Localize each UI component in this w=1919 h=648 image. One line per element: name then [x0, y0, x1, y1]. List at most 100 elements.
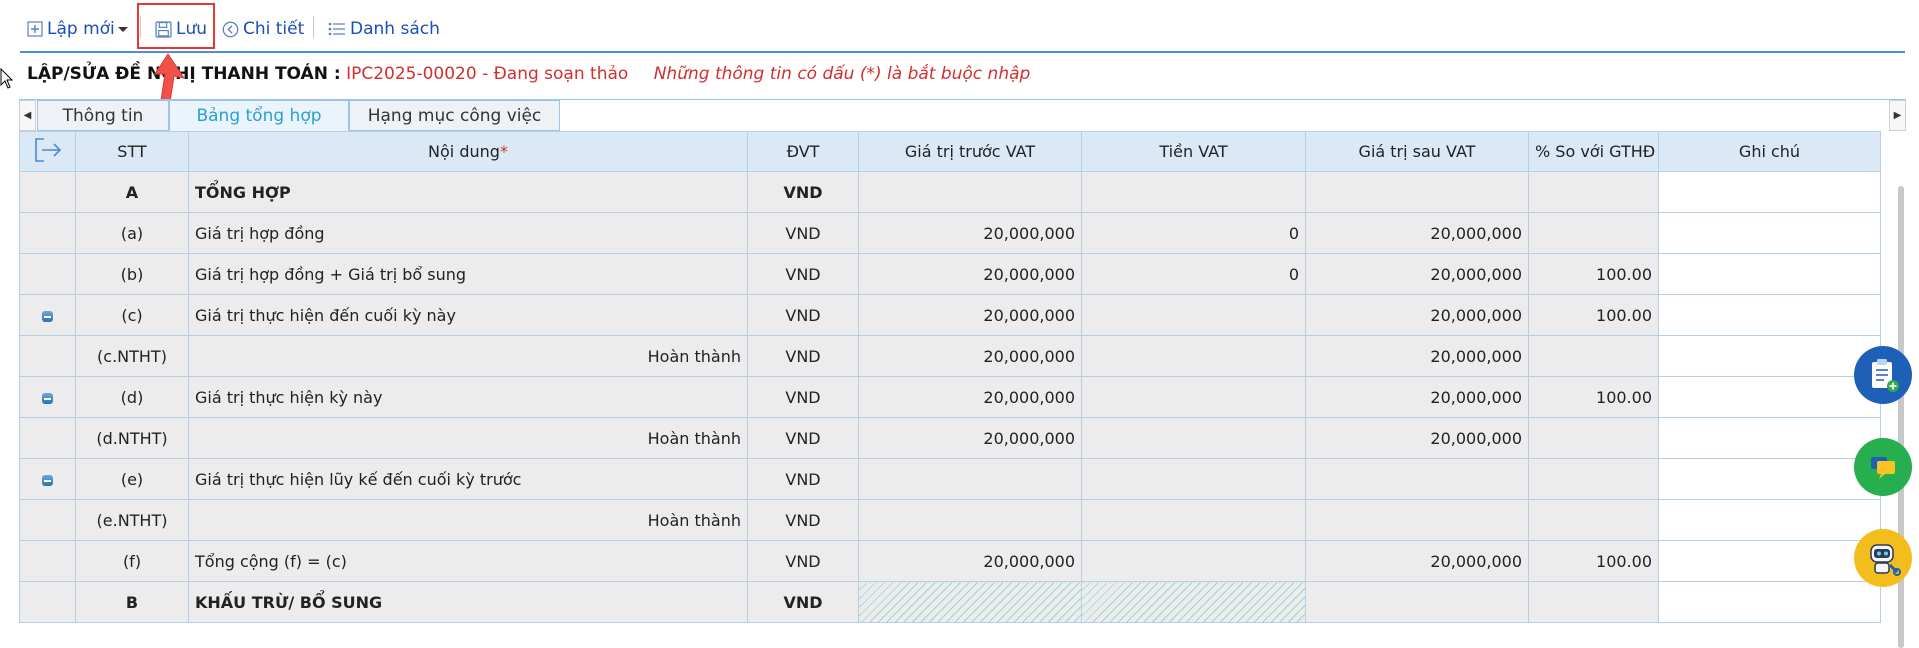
robot-support-icon	[1870, 544, 1901, 576]
cell-note[interactable]	[1658, 458, 1881, 500]
list-button[interactable]: Danh sách	[328, 14, 440, 44]
document-code-status: IPC2025-00020 - Đang soạn thảo	[346, 64, 629, 84]
row-collapse-icon[interactable]	[42, 310, 53, 322]
table-body: A TỔNG HỢP VND (a) Giá trị hợp đồng VND 20,000…	[19, 171, 1881, 623]
cell-stt: (b)	[75, 253, 189, 295]
row-tool-cell	[19, 540, 76, 582]
cell-post-vat	[1305, 499, 1529, 541]
cell-content: Hoàn thành	[188, 335, 748, 377]
table-row[interactable]: B KHẤU TRỪ/ BỔ SUNG VND	[19, 581, 1881, 623]
cell-unit: VND	[747, 540, 859, 582]
cell-content: Tổng cộng (f) = (c)	[188, 540, 748, 582]
cell-unit: VND	[747, 499, 859, 541]
toolbar: Lập mới Lưu Chi tiết Danh sách	[0, 0, 1905, 54]
row-tool-cell	[19, 376, 76, 418]
new-button-label: Lập mới	[47, 19, 115, 39]
cell-vat	[1081, 581, 1306, 623]
robot-support-button[interactable]	[1854, 529, 1912, 587]
back-circle-icon	[222, 21, 239, 37]
cell-unit: VND	[747, 458, 859, 500]
cell-percent: 100.00	[1528, 294, 1659, 336]
table-row[interactable]: A TỔNG HỢP VND	[19, 171, 1881, 213]
cell-post-vat: 20,000,000	[1305, 335, 1529, 377]
toolbar-separator	[313, 16, 314, 38]
column-header-label: Nội dung	[428, 142, 500, 161]
cell-vat	[1081, 417, 1306, 459]
cell-note[interactable]	[1658, 253, 1881, 295]
chat-button[interactable]	[1854, 438, 1912, 496]
table-row[interactable]: (b) Giá trị hợp đồng + Giá trị bổ sung VND…	[19, 253, 1881, 295]
cell-stt: (c.NTHT)	[75, 335, 189, 377]
cell-pre-vat: 20,000,000	[858, 253, 1082, 295]
cell-note[interactable]	[1658, 171, 1881, 213]
cell-unit: VND	[747, 171, 859, 213]
cell-content: Hoàn thành	[188, 499, 748, 541]
row-collapse-icon[interactable]	[42, 392, 53, 404]
cell-note[interactable]	[1658, 499, 1881, 541]
column-header-percent[interactable]: % So với GTHĐ	[1528, 131, 1659, 172]
cell-note[interactable]	[1658, 376, 1881, 418]
required-star: *	[499, 142, 508, 161]
cell-percent: 100.00	[1528, 253, 1659, 295]
cell-vat: 0	[1081, 253, 1306, 295]
tab-hang-muc-cong-viec[interactable]: Hạng mục công việc	[349, 100, 560, 131]
cell-percent: 100.00	[1528, 376, 1659, 418]
table-row[interactable]: (c.NTHT) Hoàn thành VND 20,000,000 20,000,00…	[19, 335, 1881, 377]
row-tool-cell	[19, 581, 76, 623]
row-tool-cell	[19, 294, 76, 336]
cell-vat	[1081, 171, 1306, 213]
required-note: Những thông tin có dấu (*) là bắt buộc n…	[653, 64, 1031, 84]
caret-down-icon	[117, 27, 128, 32]
cell-stt: (c)	[75, 294, 189, 336]
column-header-content[interactable]: Nội dung*	[188, 131, 748, 172]
clipboard-add-button[interactable]	[1854, 346, 1912, 404]
tab-thong-tin[interactable]: Thông tin	[37, 100, 169, 131]
tab-scroll-right-button[interactable]: ▶	[1889, 100, 1906, 131]
cell-unit: VND	[747, 212, 859, 254]
export-icon[interactable]	[33, 137, 63, 163]
row-collapse-icon[interactable]	[42, 474, 53, 486]
cell-percent	[1528, 458, 1659, 500]
table-row[interactable]: (d) Giá trị thực hiện kỳ này VND 20,000,000…	[19, 376, 1881, 418]
table-row[interactable]: (e) Giá trị thực hiện lũy kế đến cuối kỳ …	[19, 458, 1881, 500]
table-row[interactable]: (f) Tổng cộng (f) = (c) VND 20,000,000 20,00…	[19, 540, 1881, 582]
detail-button[interactable]: Chi tiết	[222, 14, 304, 44]
mouse-cursor-icon	[0, 68, 14, 89]
row-tool-cell	[19, 335, 76, 377]
export-column-header[interactable]	[19, 131, 76, 172]
table-row[interactable]: (c) Giá trị thực hiện đến cuối kỳ này VND 2…	[19, 294, 1881, 336]
cell-percent	[1528, 581, 1659, 623]
table-row[interactable]: (d.NTHT) Hoàn thành VND 20,000,000 20,000,00…	[19, 417, 1881, 459]
cell-pre-vat	[858, 581, 1082, 623]
cell-note[interactable]	[1658, 212, 1881, 254]
toolbar-divider	[20, 51, 1905, 53]
new-button[interactable]: Lập mới	[27, 14, 129, 44]
column-header-vat[interactable]: Tiền VAT	[1081, 131, 1306, 172]
cell-pre-vat	[858, 171, 1082, 213]
cell-note[interactable]	[1658, 540, 1881, 582]
cell-percent	[1528, 212, 1659, 254]
row-tool-cell	[19, 499, 76, 541]
cell-vat: 0	[1081, 212, 1306, 254]
cell-post-vat: 20,000,000	[1305, 540, 1529, 582]
column-header-unit[interactable]: ĐVT	[747, 131, 859, 172]
cell-post-vat: 20,000,000	[1305, 253, 1529, 295]
cell-note[interactable]	[1658, 581, 1881, 623]
cell-note[interactable]	[1658, 294, 1881, 336]
cell-unit: VND	[747, 417, 859, 459]
cell-pre-vat	[858, 499, 1082, 541]
clipboard-add-icon	[1872, 359, 1899, 392]
cell-pre-vat: 20,000,000	[858, 540, 1082, 582]
column-header-stt[interactable]: STT	[75, 131, 189, 172]
tab-bang-tong-hop[interactable]: Bảng tổng hợp	[169, 100, 349, 131]
cell-content: TỔNG HỢP	[188, 171, 748, 213]
column-header-note[interactable]: Ghi chú	[1658, 131, 1881, 172]
cell-note[interactable]	[1658, 335, 1881, 377]
tab-scroll-left-button[interactable]: ◀	[19, 100, 36, 131]
column-header-post-vat[interactable]: Giá trị sau VAT	[1305, 131, 1529, 172]
column-header-pre-vat[interactable]: Giá trị trước VAT	[858, 131, 1082, 172]
table-row[interactable]: (a) Giá trị hợp đồng VND 20,000,000 0 20,000,…	[19, 212, 1881, 254]
cell-note[interactable]	[1658, 417, 1881, 459]
cell-vat	[1081, 540, 1306, 582]
table-row[interactable]: (e.NTHT) Hoàn thành VND	[19, 499, 1881, 541]
